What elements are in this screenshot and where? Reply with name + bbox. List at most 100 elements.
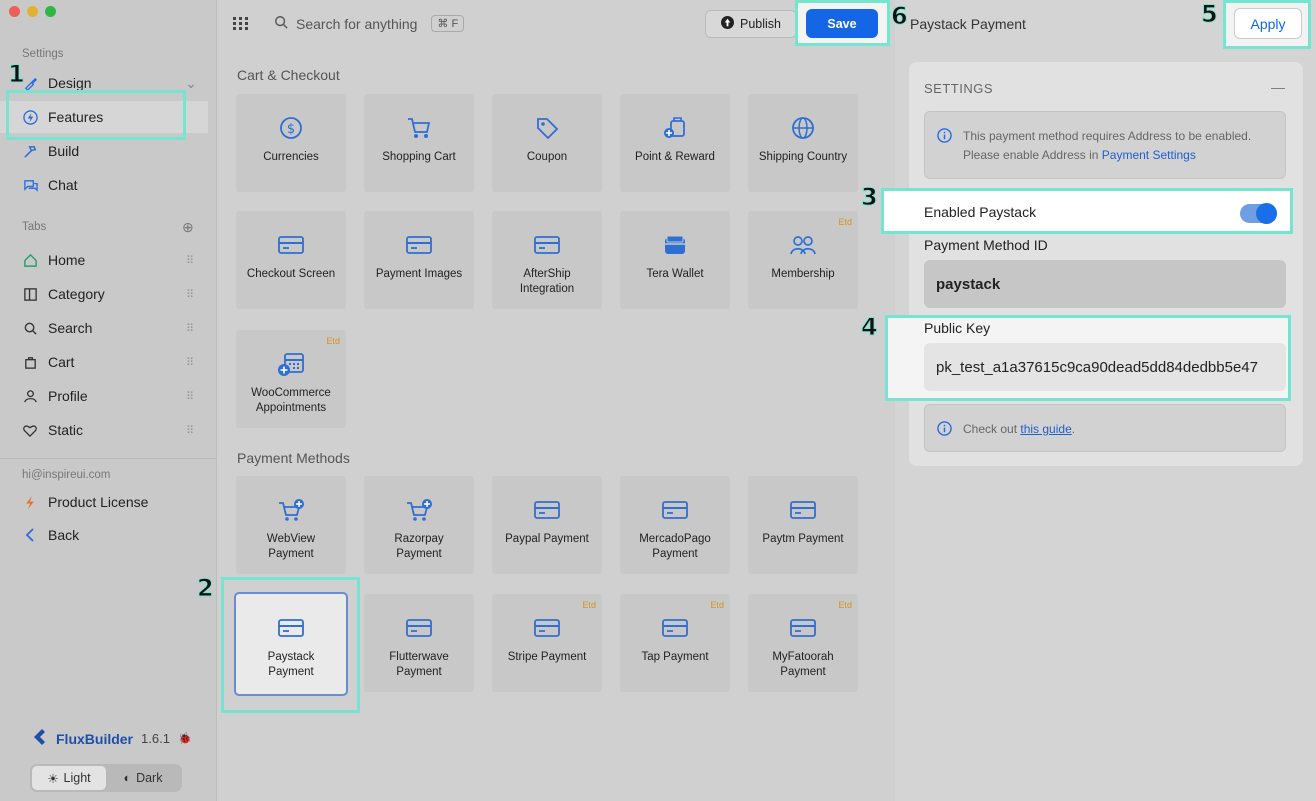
close-window-button[interactable] [9, 6, 20, 17]
feature-card-woocommerce-appointments[interactable]: WooCommerce Appointments Etd [236, 330, 346, 428]
toggle-knob [1256, 203, 1277, 224]
drag-handle-icon[interactable]: ⠿ [186, 390, 194, 403]
bug-icon[interactable]: 🐞 [178, 732, 192, 745]
feature-card-payment-images[interactable]: Payment Images [364, 211, 474, 309]
payment-method-id-label: Payment Method ID [924, 237, 1048, 253]
sidebar-tab-search[interactable]: Search ⠿ [0, 312, 217, 344]
bolt-icon [22, 494, 38, 510]
moon-icon: ◐ [123, 771, 132, 785]
feature-card-label: Tera Wallet [646, 268, 704, 280]
feature-card-paytm-payment[interactable]: Paytm Payment [748, 476, 858, 574]
drag-handle-icon[interactable]: ⠿ [186, 288, 194, 301]
card-icon [790, 616, 816, 640]
light-theme-option[interactable]: ☀ Light [32, 766, 106, 790]
settings-section-label: Settings [22, 48, 64, 60]
brand: FluxBuilder 1.6.1 🐞 [30, 728, 192, 749]
feature-card-point-reward[interactable]: Point & Reward [620, 94, 730, 192]
payment-methods-title: Payment Methods [237, 450, 350, 466]
feature-card-stripe-payment[interactable]: Stripe Payment Etd [492, 594, 602, 692]
sidebar-tab-category[interactable]: Category ⠿ [0, 278, 217, 310]
feature-card-shipping-country[interactable]: Shipping Country [748, 94, 858, 192]
feature-card-razorpay-payment[interactable]: Razorpay Payment [364, 476, 474, 574]
search-bar[interactable]: Search for anything ⌘ F [274, 15, 465, 32]
top-bar: Search for anything ⌘ F Publish Save [218, 0, 894, 48]
svg-text:$: $ [287, 122, 295, 137]
product-license-link[interactable]: Product License [0, 486, 217, 518]
feature-card-checkout-screen[interactable]: Checkout Screen [236, 211, 346, 309]
sidebar-item-chat[interactable]: Chat [0, 169, 217, 201]
collapse-icon[interactable]: — [1271, 79, 1285, 95]
minimize-window-button[interactable] [27, 6, 38, 17]
publish-label: Publish [740, 17, 781, 31]
sidebar-tab-profile[interactable]: Profile ⠿ [0, 380, 217, 412]
payment-method-id-field[interactable]: paystack [924, 260, 1286, 308]
add-tab-icon[interactable]: ⊕ [182, 219, 194, 236]
feature-card-tap-payment[interactable]: Tap Payment Etd [620, 594, 730, 692]
shortcut-badge: ⌘ F [431, 15, 465, 32]
card-icon [406, 233, 432, 257]
search-icon [274, 15, 288, 32]
feature-card-label: Membership [771, 268, 835, 280]
version-label: 1.6.1 [141, 731, 170, 746]
save-button[interactable]: Save [806, 9, 878, 38]
drag-handle-icon[interactable]: ⠿ [186, 322, 194, 335]
sidebar-item-label: Design [48, 75, 92, 91]
feature-card-currencies[interactable]: $ Currencies [236, 94, 346, 192]
enabled-paystack-toggle[interactable] [1240, 203, 1277, 224]
card-icon [534, 616, 560, 640]
card-icon [790, 498, 816, 522]
globe-icon [791, 116, 815, 140]
payment-settings-link[interactable]: Payment Settings [1102, 148, 1196, 162]
hammer-icon [22, 143, 38, 159]
sidebar-tab-home[interactable]: Home ⠿ [0, 244, 217, 276]
chevron-left-icon [22, 527, 38, 543]
apply-button[interactable]: Apply [1234, 8, 1302, 39]
guide-link[interactable]: this guide [1020, 422, 1071, 436]
etd-badge: Etd [326, 336, 340, 346]
enabled-paystack-label: Enabled Paystack [924, 204, 1037, 220]
sidebar-tab-cart[interactable]: Cart ⠿ [0, 346, 217, 378]
settings-panel: Paystack Payment Apply SETTINGS — This p… [881, 0, 1316, 801]
feature-card-myfatoorah-payment[interactable]: MyFatoorah Payment Etd [748, 594, 858, 692]
feature-card-paypal-payment[interactable]: Paypal Payment [492, 476, 602, 574]
drag-handle-icon[interactable]: ⠿ [186, 424, 194, 437]
chevron-down-icon: ⌄ [185, 74, 197, 91]
feature-card-label: WebView Payment [266, 533, 316, 560]
feature-card-label: Currencies [263, 151, 319, 163]
drag-handle-icon[interactable]: ⠿ [186, 356, 194, 369]
feature-card-flutterwave-payment[interactable]: Flutterwave Payment [364, 594, 474, 692]
columns-icon [22, 286, 38, 302]
feature-card-coupon[interactable]: Coupon [492, 94, 602, 192]
feature-card-webview-payment[interactable]: WebView Payment [236, 476, 346, 574]
guide-text: Check out [963, 422, 1018, 436]
feature-card-mercadopago-payment[interactable]: MercadoPago Payment [620, 476, 730, 574]
publish-button[interactable]: Publish [705, 10, 797, 38]
card-icon [406, 616, 432, 640]
feature-card-shopping-cart[interactable]: Shopping Cart [364, 94, 474, 192]
zoom-window-button[interactable] [45, 6, 56, 17]
etd-badge: Etd [582, 600, 596, 610]
feature-card-label: Paypal Payment [505, 533, 589, 545]
brand-name: FluxBuilder [56, 730, 134, 747]
apps-grid-icon[interactable] [233, 17, 249, 34]
feature-card-label: WooCommerce Appointments [251, 387, 331, 414]
public-key-field[interactable]: pk_test_a1a37615c9ca90dead5dd84dedbb5e47 [924, 343, 1286, 391]
search-placeholder: Search for anything [296, 15, 418, 32]
search-icon [22, 320, 38, 336]
callout-6: 6 [891, 2, 909, 31]
etd-badge: Etd [838, 600, 852, 610]
theme-toggle[interactable]: ☀ Light ◐ Dark [30, 764, 182, 792]
feature-card-label: Flutterwave Payment [389, 651, 449, 678]
feature-card-tera-wallet[interactable]: Tera Wallet [620, 211, 730, 309]
drag-handle-icon[interactable]: ⠿ [186, 254, 194, 267]
sidebar-tab-static[interactable]: Static ⠿ [0, 414, 217, 446]
dark-theme-option[interactable]: ◐ Dark [106, 766, 180, 790]
feature-card-aftership-integration[interactable]: AfterShip Integration [492, 211, 602, 309]
feature-card-label: MyFatoorah Payment [772, 651, 834, 678]
feature-card-membership[interactable]: Membership Etd [748, 211, 858, 309]
feature-card-label: Shipping Country [758, 151, 848, 163]
sun-icon: ☀ [47, 771, 59, 786]
back-link[interactable]: Back [0, 519, 217, 551]
tab-label: Home [48, 252, 86, 268]
wallet-icon [663, 233, 687, 257]
